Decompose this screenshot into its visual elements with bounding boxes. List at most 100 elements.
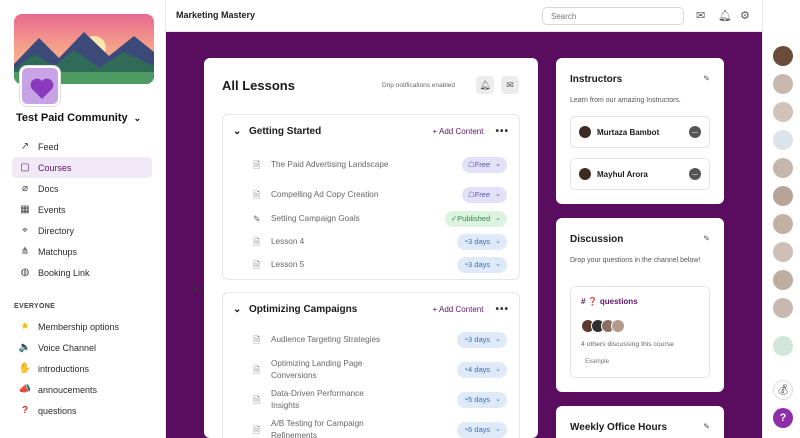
access-badge[interactable]: ☖ Free ⌄ xyxy=(461,157,507,173)
mouse-cursor-icon: ➤ xyxy=(192,284,201,295)
channel-voice[interactable]: 🔈 Voice Channel xyxy=(12,337,152,358)
office-hours-title: Weekly Office Hours xyxy=(570,422,668,433)
speaker-icon: 🔈 xyxy=(18,342,32,353)
instructor-avatar xyxy=(579,168,591,180)
lesson-item[interactable]: 🗎︎ The Paid Advertising Landscape ☖ Free… xyxy=(223,147,519,183)
lessons-panel: All Lessons Drip notifications enabled 🔔… xyxy=(204,58,538,438)
status-badge[interactable]: ✓ Published ⌄ xyxy=(444,210,507,227)
document-icon: 🗎︎ xyxy=(253,259,261,270)
discussion-title: Discussion xyxy=(570,234,624,245)
lesson-item[interactable]: ✎ Setting Campaign Goals ✓ Published ⌄ xyxy=(223,207,519,230)
discussion-card: Discussion ✎ Drop your questions in the … xyxy=(556,218,724,392)
sidebar-item-directory[interactable]: ⌖ Directory xyxy=(12,220,152,241)
sidebar-item-events[interactable]: ▦ Events xyxy=(12,199,152,220)
instructor-avatar xyxy=(579,126,591,138)
sidebar-item-booking-link[interactable]: ◍ Booking Link xyxy=(12,262,152,283)
search-input[interactable] xyxy=(542,7,684,25)
drip-status: Drip notifications enabled xyxy=(382,82,455,89)
sidebar-item-docs[interactable]: ⌀ Docs xyxy=(12,178,152,199)
channel-link[interactable]: # ❓ questions xyxy=(581,297,638,306)
question-icon: ? xyxy=(21,405,29,416)
drip-badge[interactable]: ◔ 6 days ⌄ xyxy=(457,422,507,438)
drip-badge[interactable]: ◔ 3 days ⌄ xyxy=(457,332,507,348)
add-content-button[interactable]: + Add Content xyxy=(433,305,484,314)
chevron-down-icon: ⌄ xyxy=(133,112,142,123)
mail-icon[interactable]: ✉ xyxy=(501,76,519,94)
section-header[interactable]: ⌄ Optimizing Campaigns + Add Content ••• xyxy=(223,293,519,325)
document-icon: 🗎︎ xyxy=(253,160,261,170)
money-bag-icon[interactable]: 💰︎ xyxy=(773,380,793,400)
member-avatar[interactable] xyxy=(773,158,793,178)
member-avatar[interactable] xyxy=(773,336,793,356)
sidebar-item-courses[interactable]: ▢ Courses xyxy=(12,157,152,178)
community-avatar[interactable] xyxy=(20,66,60,106)
lesson-item[interactable]: 🗎︎ Lesson 4 ◔ 3 days ⌄ xyxy=(223,230,519,253)
instructor-row[interactable]: Mayhul Arora … xyxy=(570,158,710,190)
chevron-down-icon: ⌄ xyxy=(495,237,501,245)
more-icon[interactable]: ••• xyxy=(495,304,509,315)
edit-icon[interactable]: ✎ xyxy=(703,422,710,431)
chevron-down-icon: ⌄ xyxy=(495,366,501,373)
member-avatar[interactable] xyxy=(773,102,793,122)
access-badge[interactable]: ☖ Free ⌄ xyxy=(461,187,507,203)
document-icon: 🗎︎ xyxy=(253,335,261,345)
book-icon: ▢ xyxy=(20,162,30,173)
page-title: Marketing Mastery xyxy=(176,10,256,20)
discussion-channel-box[interactable]: # ❓ questions 4 others discussing this c… xyxy=(570,286,710,378)
chevron-down-icon[interactable]: ⌄ xyxy=(233,126,249,137)
participant-avatars xyxy=(581,319,625,333)
bell-icon[interactable]: 🔔︎ xyxy=(718,9,732,22)
mail-icon[interactable]: ✉ xyxy=(696,9,705,22)
chevron-down-icon: ⌄ xyxy=(495,396,501,403)
office-hours-card: Weekly Office Hours ✎ xyxy=(556,406,724,438)
discussion-desc: Drop your questions in the channel below… xyxy=(570,257,701,264)
drip-badge[interactable]: ◔ 3 days ⌄ xyxy=(457,233,507,250)
member-avatar[interactable] xyxy=(773,130,793,150)
chat-icon[interactable]: … xyxy=(689,126,701,138)
lesson-item[interactable]: 🗎︎ Audience Targeting Strategies ◔ 3 day… xyxy=(223,325,519,355)
gear-icon[interactable]: ⚙ xyxy=(740,9,750,22)
lesson-item[interactable]: 🗎︎ Compelling Ad Copy Creation ☖ Free ⌄ xyxy=(223,183,519,207)
chat-icon[interactable]: … xyxy=(689,168,701,180)
channel-introductions[interactable]: ✋ introductions xyxy=(12,358,152,379)
channel-membership-options[interactable]: ★ Membership options xyxy=(12,316,152,337)
drip-badge[interactable]: ◔ 4 days ⌄ xyxy=(457,362,507,378)
chevron-down-icon[interactable]: ⌄ xyxy=(233,304,249,315)
edit-icon[interactable]: ✎ xyxy=(703,74,710,83)
sidebar-item-matchups[interactable]: ⋔ Matchups xyxy=(12,241,152,262)
chevron-down-icon: ⌄ xyxy=(495,214,501,222)
channel-questions[interactable]: ? questions xyxy=(12,400,152,421)
member-avatar[interactable] xyxy=(773,186,793,206)
section-header[interactable]: ⌄ Getting Started + Add Content ••• xyxy=(223,115,519,147)
drip-badge[interactable]: ◔ 3 days ⌄ xyxy=(457,256,507,273)
drip-badge[interactable]: ◔ 5 days ⌄ xyxy=(457,392,507,408)
section-title: Getting Started xyxy=(249,125,322,137)
share-icon: ⋔ xyxy=(20,246,30,257)
help-icon[interactable]: ? xyxy=(773,408,793,428)
lesson-item[interactable]: 🗎︎ Optimizing Landing Page Conversions ◔… xyxy=(223,355,519,385)
document-icon: 🗎︎ xyxy=(253,425,261,435)
star-icon: ★ xyxy=(20,321,30,332)
top-bar: Marketing Mastery ✉ 🔔︎ ⚙ xyxy=(166,0,792,32)
member-avatar[interactable] xyxy=(773,214,793,234)
lesson-item[interactable]: 🗎︎ Lesson 5 ◔ 3 days ⌄ xyxy=(223,253,519,276)
member-avatar[interactable] xyxy=(773,46,793,66)
lesson-item[interactable]: 🗎︎ Data-Driven Performance Insights ◔ 5 … xyxy=(223,385,519,415)
chevron-down-icon: ⌄ xyxy=(495,191,501,198)
sidebar-item-feed[interactable]: ↗ Feed xyxy=(12,136,152,157)
megaphone-icon: 📣 xyxy=(18,384,32,395)
instructor-row[interactable]: Murtaza Bambot … xyxy=(570,116,710,148)
member-avatar[interactable] xyxy=(773,74,793,94)
add-content-button[interactable]: + Add Content xyxy=(433,127,484,136)
edit-icon[interactable]: ✎ xyxy=(703,234,710,243)
community-switcher[interactable]: Test Paid Community ⌄ xyxy=(16,112,141,124)
member-avatar[interactable] xyxy=(773,270,793,290)
bell-icon[interactable]: 🔔︎ xyxy=(476,76,494,94)
more-icon[interactable]: ••• xyxy=(495,126,509,137)
member-avatar[interactable] xyxy=(773,298,793,318)
discussing-count: 4 others discussing this course xyxy=(581,341,674,348)
lesson-item[interactable]: 🗎︎ A/B Testing for Campaign Refinements … xyxy=(223,415,519,438)
pen-icon: ✎ xyxy=(253,213,261,224)
member-avatar[interactable] xyxy=(773,242,793,262)
channel-annoucements[interactable]: 📣 annoucements xyxy=(12,379,152,400)
